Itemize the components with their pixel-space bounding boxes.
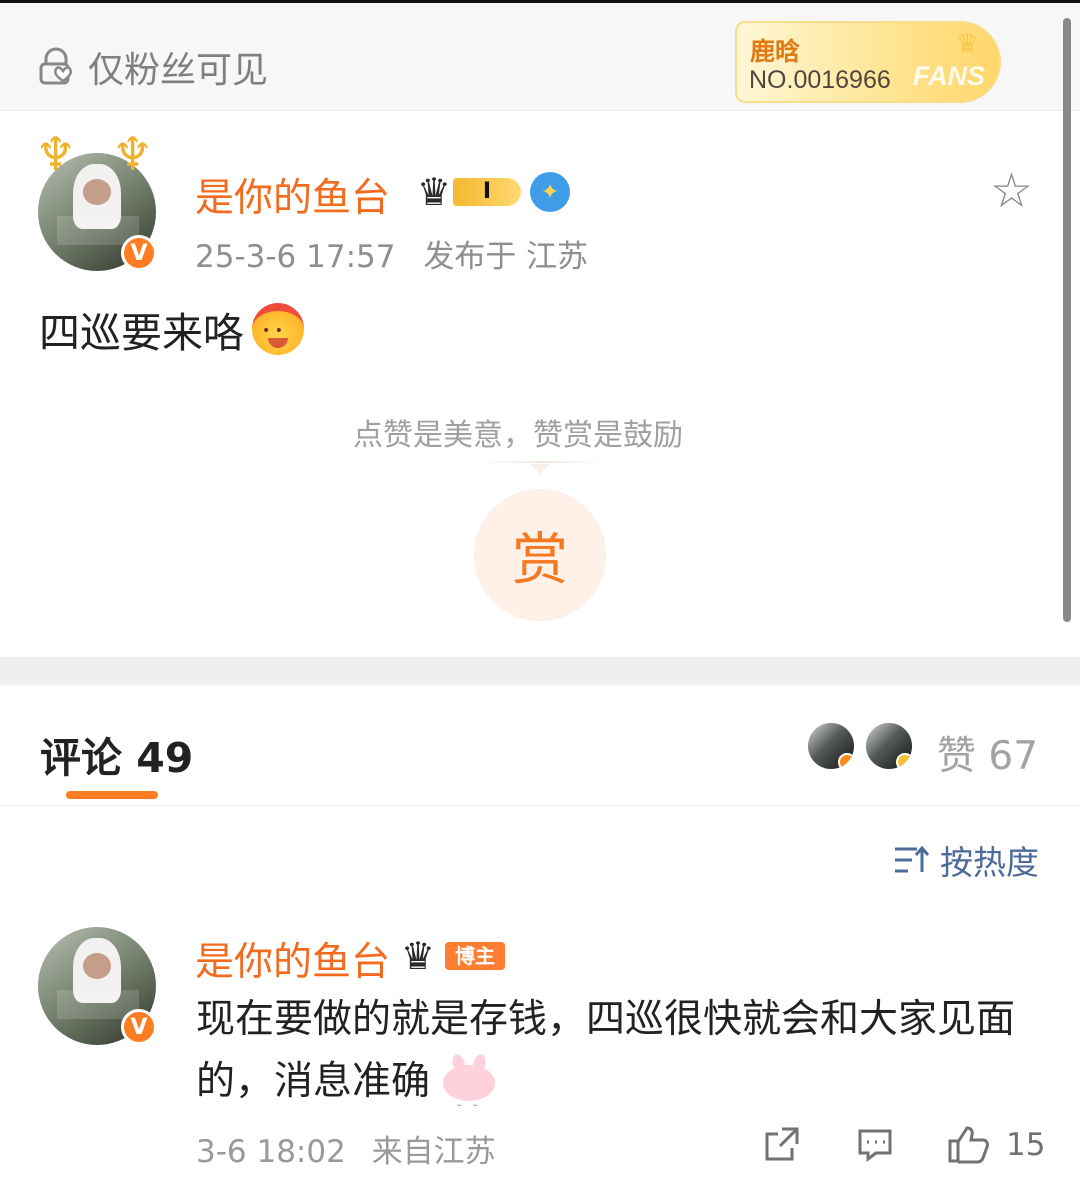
liker-badge-icon [896, 753, 912, 769]
crown-icon: ♛ [417, 170, 452, 214]
thumb-up-icon[interactable] [946, 1124, 990, 1164]
comment-time: 3-6 18:02 [196, 1134, 346, 1170]
avatar-face-shape [82, 178, 112, 205]
fans-only-visibility: 仅粉丝可见 [36, 41, 268, 93]
post-author-name[interactable]: 是你的鱼台 [195, 167, 390, 223]
verified-v-icon: V [121, 1009, 157, 1045]
antler-left-icon: ♆ [35, 127, 77, 181]
avatar-face-shape [82, 952, 112, 979]
reward-hint-divider [480, 461, 604, 463]
post-text: 四巡要来咯 [39, 309, 244, 357]
verify-icon: ✦ [530, 172, 570, 212]
comment-role-badge: ♛ 博主 [401, 937, 505, 975]
post-timestamp-location: 25-3-6 17:57 发布于 江苏 [195, 231, 588, 276]
reward-button[interactable]: 赏 [474, 489, 606, 621]
comment-icon[interactable] [855, 1124, 895, 1164]
likes-count[interactable]: 赞 67 [937, 725, 1038, 781]
section-divider [0, 657, 1080, 685]
post-timestamp: 25-3-6 17:57 [195, 239, 396, 275]
comments-tab[interactable]: 评论 49 [40, 724, 193, 784]
sort-label: 按热度 [940, 843, 1039, 882]
antler-right-icon: ♆ [112, 127, 154, 181]
rank-label: I [453, 178, 521, 206]
comments-tab-indicator [66, 791, 158, 799]
post-location: 发布于 江苏 [423, 239, 589, 275]
liker-avatar-1[interactable] [806, 721, 856, 771]
weibo-post-screen: 仅粉丝可见 鹿晗 NO.0016966 FANS ♛ ♆ ♆ V 是你的鱼台 ♛… [0, 0, 1080, 1188]
fans-badge-label: FANS [912, 61, 985, 91]
comment-author-name[interactable]: 是你的鱼台 [195, 931, 390, 987]
sort-icon [895, 845, 930, 873]
verified-v-icon: V [121, 235, 157, 271]
lock-heart-icon [39, 47, 72, 85]
reward-hint-caret [530, 464, 550, 474]
bunny-emoji-icon: ˘˘ [442, 1052, 498, 1117]
vertical-scrollbar[interactable] [1063, 18, 1071, 622]
liker-avatar-2[interactable] [864, 721, 914, 771]
fans-badge-name: 鹿晗 [750, 37, 801, 66]
fans-number-badge[interactable]: 鹿晗 NO.0016966 FANS ♛ [735, 21, 1001, 103]
comment-location: 来自江苏 [371, 1134, 496, 1170]
crown-icon: ♛ [401, 934, 436, 978]
visibility-label: 仅粉丝可见 [88, 50, 269, 91]
comment-meta: 3-6 18:02 来自江苏 [196, 1126, 496, 1171]
share-icon[interactable] [762, 1124, 802, 1164]
fans-badge-number: NO.0016966 [749, 66, 891, 94]
star-icon[interactable]: ☆ [990, 167, 1033, 215]
comment-text-container: 现在要做的就是存钱，四巡很快就会和大家见面的，消息准确 ˘˘ [196, 989, 1046, 1117]
blogger-badge: 博主 [445, 942, 505, 970]
comment-like-count[interactable]: 15 [1006, 1127, 1045, 1163]
sort-by-popularity-button[interactable]: 按热度 [892, 836, 1039, 884]
comment-header-divider [0, 805, 1080, 806]
celebration-emoji-icon [252, 303, 304, 355]
post-visibility-header: 仅粉丝可见 鹿晗 NO.0016966 FANS ♛ [0, 3, 1080, 111]
post-content: 四巡要来咯 [39, 299, 304, 359]
reward-hint: 点赞是美意，赞赏是鼓励 [353, 418, 683, 453]
crown-icon: ♛ [955, 29, 979, 59]
comment-text: 现在要做的就是存钱，四巡很快就会和大家见面的，消息准确 [196, 997, 1016, 1104]
liker-badge-icon [838, 753, 854, 769]
rank-crown-badge[interactable]: ♛ I [417, 173, 521, 211]
